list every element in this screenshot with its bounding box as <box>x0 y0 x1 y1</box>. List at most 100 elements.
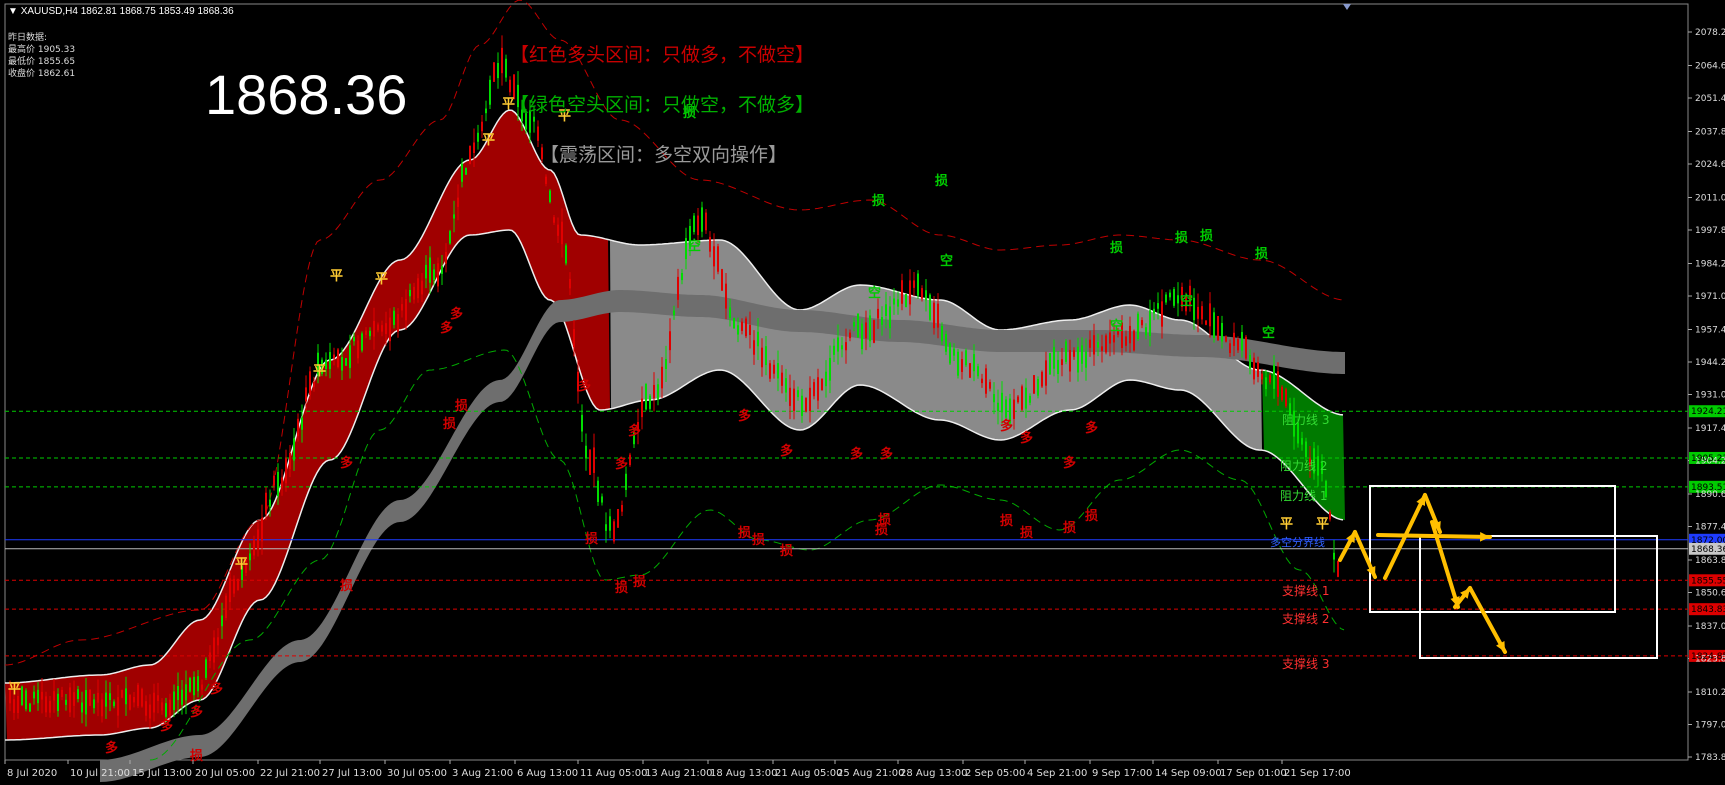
signal-marker: 损 <box>615 580 628 596</box>
balance-line-label: 多空分界线 <box>1270 535 1325 549</box>
time-axis-label: 20 Jul 05:00 <box>195 768 255 779</box>
signal-marker: 多 <box>615 456 628 472</box>
yesterday-high: 最高价 1905.33 <box>8 45 76 55</box>
resistance-label: 阻力线 1 <box>1280 489 1327 503</box>
time-axis-label: 4 Sep 21:00 <box>1027 768 1087 779</box>
zone-legend-bear: 【绿色空头区间：只做空，不做多】 <box>510 94 815 116</box>
resistance-label: 阻力线 3 <box>1282 413 1329 427</box>
time-axis-label: 15 Jul 13:00 <box>132 768 192 779</box>
signal-marker: 多 <box>440 320 453 336</box>
projection-overlay <box>1338 485 1658 659</box>
price-tag-label: 1905.23 <box>1691 454 1725 464</box>
zone-legend-bull: 【红色多头区间：只做多，不做空】 <box>510 44 815 66</box>
time-axis-label: 9 Sep 17:00 <box>1092 768 1152 779</box>
signal-marker: 多 <box>1085 420 1098 436</box>
price-axis-label: 1957.40 <box>1695 325 1725 335</box>
price-axis-label: 1997.80 <box>1695 226 1725 236</box>
support-label: 支撑线 1 <box>1282 583 1329 598</box>
price-axis-label: 1944.20 <box>1695 358 1725 368</box>
signal-marker: 多 <box>160 718 173 734</box>
signal-marker: 损 <box>1063 520 1076 536</box>
time-axis-label: 14 Sep 09:00 <box>1155 768 1222 779</box>
time-axis-label: 18 Aug 13:00 <box>710 768 777 779</box>
price-tag-label: 1868.36 <box>1691 545 1725 555</box>
signal-marker: 空 <box>868 285 881 301</box>
signal-marker: 空 <box>688 238 701 254</box>
signal-marker: 损 <box>1175 230 1188 246</box>
yesterday-low: 最低价 1855.65 <box>8 57 76 67</box>
signal-marker: 空 <box>1110 318 1123 334</box>
signal-marker: 多 <box>190 704 203 720</box>
signal-marker: 平 <box>8 682 21 697</box>
signal-marker: 损 <box>1020 525 1033 541</box>
signal-marker: 损 <box>878 512 891 528</box>
time-axis-label: 25 Aug 21:00 <box>837 768 904 779</box>
signal-marker: 多 <box>210 681 223 697</box>
price-axis-label: 2011.00 <box>1695 193 1725 203</box>
price-tag-label: 1843.83 <box>1691 605 1725 615</box>
yesterday-close: 收盘价 1862.61 <box>8 69 76 79</box>
time-axis-label: 30 Jul 05:00 <box>387 768 447 779</box>
zone-legend-range: 【震荡区间：多空双向操作】 <box>540 144 788 166</box>
signal-marker: 损 <box>585 531 598 547</box>
signal-marker: 多 <box>738 408 751 424</box>
time-axis-label: 21 Sep 17:00 <box>1284 768 1351 779</box>
price-tag-label: 1824.85 <box>1691 652 1725 662</box>
price-tag-label: 1855.55 <box>1691 576 1725 586</box>
ohlc-values: 1862.81 1868.75 1853.49 1868.36 <box>80 6 234 17</box>
collapse-triangle-icon[interactable]: ▼ <box>8 6 18 17</box>
price-axis-label: 1837.00 <box>1695 622 1725 632</box>
price-tag-label: 1924.21 <box>1691 407 1725 417</box>
symbol-label: XAUUSD,H4 <box>20 6 78 17</box>
support-label: 支撑线 2 <box>1282 611 1329 626</box>
price-axis-label: 2078.20 <box>1695 28 1725 38</box>
time-axis-label: 2 Sep 05:00 <box>965 768 1025 779</box>
price-axis-label: 2051.40 <box>1695 94 1725 104</box>
time-axis-label: 8 Jul 2020 <box>7 768 57 779</box>
symbol-header: ▼ XAUUSD,H4 1862.81 1868.75 1853.49 1868… <box>8 6 234 17</box>
time-axis-label: 10 Jul 21:00 <box>70 768 130 779</box>
price-axis-label: 2024.60 <box>1695 160 1725 170</box>
signal-marker: 平 <box>235 557 248 572</box>
time-axis-label: 21 Aug 05:00 <box>775 768 842 779</box>
signal-marker: 损 <box>340 578 353 594</box>
signal-marker: 多 <box>578 378 591 394</box>
signal-marker: 损 <box>752 532 765 548</box>
signal-marker: 损 <box>455 398 468 414</box>
current-price-display: 1868.36 <box>205 63 408 126</box>
signal-marker: 损 <box>872 193 885 209</box>
signal-marker: 损 <box>1255 246 1268 262</box>
signal-marker: 平 <box>375 272 388 287</box>
price-axis-label: 1877.40 <box>1695 522 1725 532</box>
time-axis-label: 27 Jul 13:00 <box>322 768 382 779</box>
signal-marker: 损 <box>1200 228 1213 244</box>
price-axis-label: 1797.00 <box>1695 720 1725 730</box>
price-axis-label: 2064.60 <box>1695 61 1725 71</box>
price-axis-label: 2037.80 <box>1695 127 1725 137</box>
signal-marker: 平 <box>1280 517 1293 532</box>
time-axis-label: 28 Aug 13:00 <box>900 768 967 779</box>
signal-marker: 损 <box>1000 513 1013 529</box>
signal-marker: 损 <box>1110 240 1123 256</box>
signal-marker: 多 <box>628 423 641 439</box>
signal-marker: 损 <box>190 748 203 764</box>
time-axis-label: 3 Aug 21:00 <box>452 768 513 779</box>
price-axis-label: 1863.80 <box>1695 556 1725 566</box>
signal-marker: 多 <box>1020 430 1033 446</box>
signal-marker: 多 <box>850 446 863 462</box>
signal-marker: 损 <box>1085 508 1098 524</box>
resistance-label: 阻力线 2 <box>1280 459 1327 473</box>
time-axis-label: 11 Aug 05:00 <box>580 768 647 779</box>
signal-marker: 多 <box>105 740 118 756</box>
price-axis-label: 1931.00 <box>1695 391 1725 401</box>
support-label: 支撑线 3 <box>1282 656 1329 671</box>
signal-marker: 损 <box>443 416 456 432</box>
signal-marker: 空 <box>940 253 953 269</box>
signal-marker: 平 <box>313 364 326 379</box>
price-axis-label: 1783.80 <box>1695 753 1725 763</box>
price-tag-label: 1893.51 <box>1691 483 1725 493</box>
signal-marker: 损 <box>780 543 793 559</box>
signal-marker: 多 <box>340 455 353 471</box>
signal-marker: 空 <box>1180 293 1193 309</box>
signal-marker: 多 <box>1063 455 1076 471</box>
